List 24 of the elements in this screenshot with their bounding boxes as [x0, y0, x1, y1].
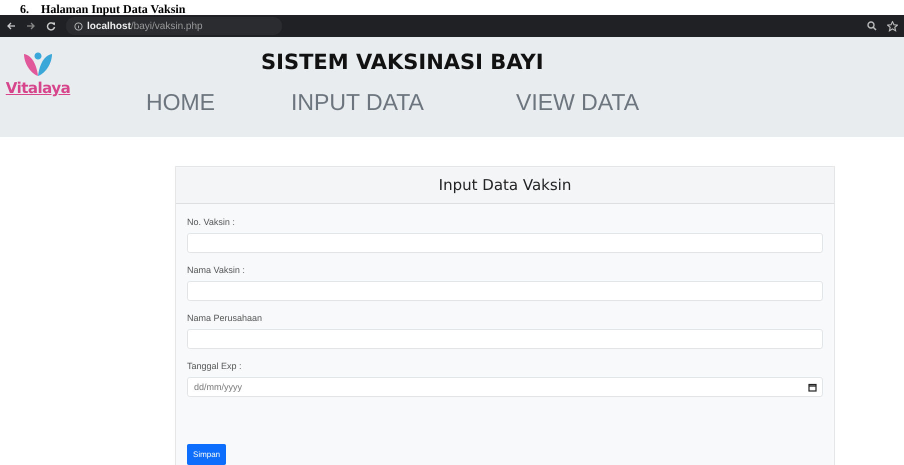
logo-icon [21, 51, 55, 79]
date-field[interactable]: dd/mm/yyyy [187, 377, 823, 397]
input-field[interactable] [187, 281, 823, 301]
forward-icon[interactable] [26, 21, 36, 31]
save-button[interactable]: Simpan [187, 444, 226, 465]
document-caption: 6. Halaman Input Data Vaksin [19, 2, 186, 17]
back-icon[interactable] [6, 21, 16, 31]
zoom-icon[interactable] [867, 21, 877, 31]
nav-link[interactable]: HOME [146, 79, 291, 126]
field-label: Nama Perusahaan [187, 312, 264, 325]
input-field[interactable] [187, 329, 823, 349]
address-bar[interactable]: localhost/bayi/vaksin.php [66, 17, 282, 35]
nav-link[interactable]: VIEW DATA [516, 79, 640, 126]
calendar-icon[interactable] [808, 382, 817, 392]
reload-icon[interactable] [46, 21, 56, 31]
site-title: SISTEM VAKSINASI BAYI [260, 49, 545, 76]
card-title: Input Data Vaksin [438, 176, 572, 194]
field-label: Tanggal Exp : [187, 360, 243, 373]
nav-link[interactable]: INPUT DATA [291, 79, 516, 126]
logo-text: Vitalaya [6, 79, 70, 97]
input-field[interactable] [187, 233, 823, 253]
field-label: No. Vaksin : [187, 216, 236, 229]
bookmark-star-icon[interactable] [887, 20, 898, 32]
field-label: Nama Vaksin : [187, 264, 246, 277]
